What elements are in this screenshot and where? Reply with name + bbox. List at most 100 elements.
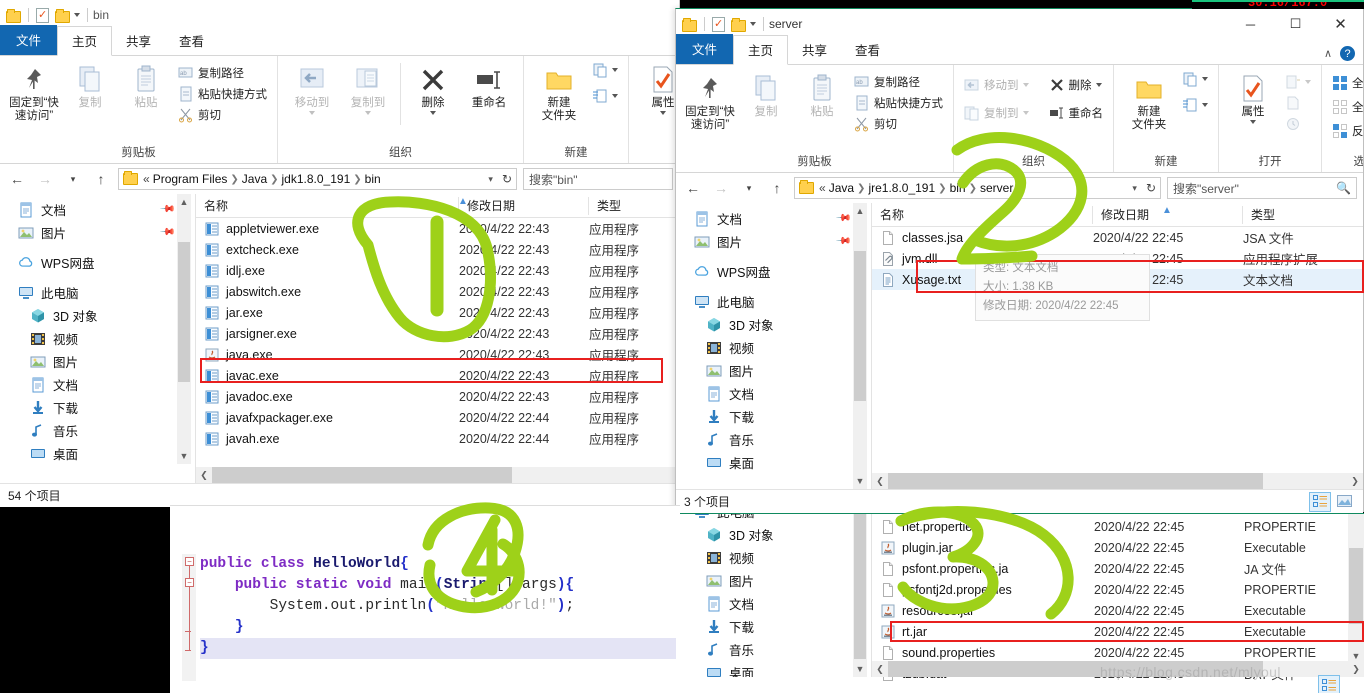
table-row[interactable]: appletviewer.exe 2020/4/22 22:43 应用程序	[196, 218, 679, 239]
tab-file[interactable]: 文件	[676, 34, 734, 64]
table-row[interactable]: classes.jsa 2020/4/22 22:45 JSA 文件	[872, 227, 1363, 248]
sidebar-item-视频[interactable]: 视频	[676, 336, 871, 359]
code-text[interactable]: public class HelloWorld{ public static v…	[200, 554, 676, 659]
sidebar-item-文档[interactable]: 文档	[0, 373, 195, 396]
file-name-cell[interactable]: javac.exe	[196, 368, 459, 384]
tab-home[interactable]: 主页	[57, 26, 113, 56]
chevron-down-icon[interactable]	[612, 68, 618, 72]
open-button[interactable]	[1281, 73, 1315, 91]
column-type[interactable]: 类型	[589, 197, 679, 215]
refresh-icon[interactable]: ↻	[502, 172, 512, 186]
table-row[interactable]: resources.jar 2020/4/22 22:45 Executable	[872, 600, 1364, 621]
properties-icon[interactable]	[36, 8, 51, 23]
chevron-down-icon[interactable]	[309, 111, 315, 116]
window1-address-bar[interactable]: ← → ▾ ↑ « Program Files ❯ Java ❯ jdk1.8.0_…	[0, 164, 679, 194]
search-input[interactable]: 搜索"server"	[1173, 180, 1239, 197]
sidebar-item-此电脑[interactable]: 此电脑	[0, 281, 195, 304]
table-row[interactable]: sound.properties 2020/4/22 22:45 PROPERTIE	[872, 642, 1364, 663]
nav-scrollbar[interactable]: ▼	[853, 514, 867, 677]
sidebar-item-图片[interactable]: 图片 📌	[0, 221, 195, 244]
scroll-thumb[interactable]	[178, 242, 190, 382]
chevron-down-icon[interactable]	[612, 94, 618, 98]
scroll-right-icon[interactable]: ❯	[1347, 476, 1363, 487]
select-all-button[interactable]: 全部选择	[1328, 74, 1363, 92]
quick-access-toolbar[interactable]	[6, 8, 91, 23]
horizontal-scrollbar[interactable]: ❮ ❯	[872, 473, 1363, 489]
file-name-cell[interactable]: resources.jar	[872, 603, 1094, 619]
copy-button[interactable]: 复制	[738, 68, 794, 123]
sidebar-item-音乐[interactable]: 音乐	[676, 428, 871, 451]
sidebar-item-图片[interactable]: 图片	[676, 569, 871, 592]
properties-button[interactable]: 属性	[635, 59, 679, 119]
properties-button[interactable]: 属性	[1225, 68, 1281, 128]
fold-collapse-icon[interactable]: −	[185, 578, 194, 587]
breadcrumb-item-0[interactable]: Java	[829, 181, 854, 195]
column-headers[interactable]: 名称 修改日期 类型	[196, 194, 679, 218]
history-button[interactable]	[1281, 115, 1315, 133]
table-row[interactable]: javac.exe 2020/4/22 22:43 应用程序	[196, 365, 679, 386]
large-icons-view-button[interactable]	[1333, 492, 1355, 512]
cut-button[interactable]: 剪切	[174, 106, 271, 124]
file-name-cell[interactable]: jabswitch.exe	[196, 284, 459, 300]
invert-selection-button[interactable]: 反向选择	[1328, 122, 1363, 140]
copy-to-button[interactable]: 复制到	[340, 59, 396, 119]
window2-ribbon[interactable]: 固定到“快 速访问” 复制 粘贴 ab 复制路径 粘贴快捷方式 剪切 剪贴板 移…	[676, 65, 1363, 173]
file-rows[interactable]: net.properties 2020/4/22 22:45 PROPERTIE pl…	[872, 514, 1364, 684]
breadcrumb[interactable]: « Program Files ❯ Java ❯ jdk1.8.0_191 ❯ bin…	[118, 168, 517, 190]
breadcrumb-item-0[interactable]: Program Files	[153, 172, 228, 186]
breadcrumb-item-1[interactable]: jre1.8.0_191	[868, 181, 935, 195]
table-row[interactable]: jabswitch.exe 2020/4/22 22:43 应用程序	[196, 281, 679, 302]
scroll-down-icon[interactable]: ▼	[1348, 651, 1364, 661]
window2-file-list[interactable]: 名称 修改日期 类型 ▲ classes.jsa 2020/4/22 22:45 J…	[871, 203, 1363, 489]
file-name-cell[interactable]: extcheck.exe	[196, 242, 459, 258]
table-row[interactable]: jar.exe 2020/4/22 22:43 应用程序	[196, 302, 679, 323]
file-name-cell[interactable]: net.properties	[872, 519, 1094, 535]
scroll-right-icon[interactable]: ❯	[1348, 664, 1364, 675]
explorer-window-lib[interactable]: 此电脑 3D 对象视频图片文档下载音乐桌面 ▼ net.properties 202…	[675, 513, 1364, 693]
chevron-down-icon[interactable]	[365, 111, 371, 116]
search-icon[interactable]: 🔍	[1336, 181, 1351, 195]
column-name[interactable]: 名称	[872, 205, 1093, 224]
column-type[interactable]: 类型	[1243, 206, 1363, 224]
delete-button[interactable]: 删除	[405, 59, 461, 119]
properties-icon[interactable]	[712, 17, 727, 32]
scroll-track[interactable]	[888, 473, 1347, 489]
pin-to-quick-access-button[interactable]: 固定到“快 速访问”	[6, 59, 62, 127]
chevron-down-icon[interactable]	[660, 111, 666, 116]
forward-button[interactable]: →	[34, 168, 56, 190]
scroll-down-icon[interactable]: ▼	[853, 661, 867, 677]
file-name-cell[interactable]: javadoc.exe	[196, 389, 459, 405]
recent-locations-button[interactable]: ▾	[62, 168, 84, 190]
fold-collapse-icon[interactable]: −	[185, 557, 194, 566]
file-name-cell[interactable]: plugin.jar	[872, 540, 1094, 556]
sidebar-item-文档[interactable]: 文档	[676, 382, 871, 405]
chevron-down-icon[interactable]	[1095, 83, 1102, 87]
pin-to-quick-access-button[interactable]: 固定到“快 速访问”	[682, 68, 738, 136]
nav-scrollbar[interactable]: ▲ ▼	[177, 194, 191, 464]
sidebar-item-3D 对象[interactable]: 3D 对象	[0, 304, 195, 327]
file-name-cell[interactable]: psfontj2d.properties	[872, 582, 1094, 598]
search-box[interactable]: 搜索"server" 🔍	[1167, 177, 1357, 199]
view-mode-buttons[interactable]	[1309, 491, 1355, 512]
chevron-down-icon[interactable]	[1250, 120, 1256, 125]
breadcrumb-item-3[interactable]: bin	[365, 172, 381, 186]
sidebar-item-文档[interactable]: 文档 📌	[676, 207, 871, 230]
window2-navigation-pane[interactable]: 文档 📌 图片 📌 WPS网盘 此电脑 3D 对象 视频 图片 文档 下载 音乐 桌面 ▲ ▼	[676, 203, 871, 489]
file-name-cell[interactable]: sound.properties	[872, 645, 1094, 661]
minimize-button[interactable]: ─	[1228, 9, 1273, 39]
rename-button[interactable]: 重命名	[1045, 104, 1108, 122]
horizontal-scrollbar[interactable]: ❮	[196, 467, 679, 483]
table-row[interactable]: psfont.properties.ja 2020/4/22 22:45 JA 文件	[872, 558, 1364, 579]
up-button[interactable]: ↑	[766, 177, 788, 199]
back-button[interactable]: ←	[682, 177, 704, 199]
breadcrumb[interactable]: « Java ❯ jre1.8.0_191 ❯ bin ❯ server ▾ ↻	[794, 177, 1161, 199]
window2-tabbar[interactable]: 文件 主页 共享 查看 ∧ ?	[676, 34, 1363, 65]
tab-share[interactable]: 共享	[788, 36, 841, 64]
new-folder-button[interactable]: 新建 文件夹	[1120, 68, 1178, 136]
file-name-cell[interactable]: javafxpackager.exe	[196, 410, 459, 426]
sidebar-item-WPS网盘[interactable]: WPS网盘	[676, 260, 871, 283]
back-button[interactable]: ←	[6, 168, 28, 190]
copy-path-button[interactable]: ab 复制路径	[850, 73, 947, 91]
window3-navigation-pane[interactable]: 此电脑 3D 对象视频图片文档下载音乐桌面 ▼	[676, 514, 871, 677]
help-icon[interactable]: ?	[1340, 46, 1355, 61]
